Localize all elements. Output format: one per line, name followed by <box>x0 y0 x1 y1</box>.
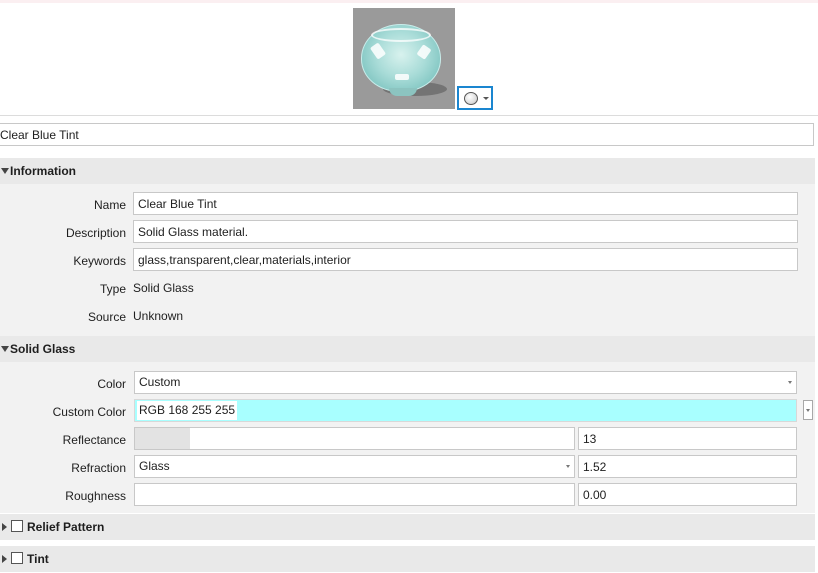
roughness-slider[interactable] <box>134 483 575 506</box>
color-dropdown[interactable]: Custom <box>134 371 797 394</box>
section-header-relief-pattern[interactable]: Relief Pattern <box>0 514 815 540</box>
sphere-icon <box>464 92 478 105</box>
custom-color-label: Custom Color <box>52 405 126 419</box>
relief-pattern-checkbox[interactable] <box>11 520 23 532</box>
preview-shape-dropdown-button[interactable] <box>457 86 493 110</box>
keywords-label: Keywords <box>73 254 126 268</box>
name-label: Name <box>93 198 126 212</box>
custom-color-swatch[interactable]: RGB 168 255 255 <box>134 399 797 422</box>
custom-color-value: RGB 168 255 255 <box>137 401 238 420</box>
chevron-down-icon <box>806 409 810 412</box>
section-title: Tint <box>27 552 49 566</box>
section-header-information[interactable]: Information <box>0 158 815 184</box>
window-top-edge <box>0 0 818 3</box>
refraction-label: Refraction <box>71 461 126 475</box>
collapse-triangle-icon <box>1 168 9 174</box>
reflectance-value-field[interactable] <box>578 427 797 450</box>
expand-triangle-icon <box>2 523 7 531</box>
section-title: Information <box>10 164 76 178</box>
section-title: Solid Glass <box>10 342 76 356</box>
material-preview-image <box>353 8 455 109</box>
color-dropdown-value: Custom <box>139 375 181 389</box>
section-title: Relief Pattern <box>27 520 105 534</box>
reflectance-slider[interactable] <box>134 427 575 450</box>
section-header-tint[interactable]: Tint <box>0 546 815 572</box>
tint-checkbox[interactable] <box>11 552 23 564</box>
material-name-input[interactable] <box>0 123 814 146</box>
section-body-information: Name Description Keywords Type Solid Gla… <box>0 184 815 336</box>
type-value: Solid Glass <box>133 281 194 295</box>
chevron-down-icon <box>788 381 792 384</box>
bowl-base <box>389 88 417 96</box>
chevron-down-icon <box>566 465 570 468</box>
keywords-field[interactable] <box>133 248 798 271</box>
refraction-dropdown-value: Glass <box>139 459 170 473</box>
name-field[interactable] <box>133 192 798 215</box>
chevron-down-icon <box>483 97 489 100</box>
refraction-dropdown[interactable]: Glass <box>134 455 575 478</box>
type-label: Type <box>99 282 126 296</box>
section-body-solid-glass: Color Custom Custom Color RGB 168 255 25… <box>0 362 815 513</box>
bowl-rim <box>371 28 431 42</box>
reflectance-label: Reflectance <box>62 433 126 447</box>
expand-triangle-icon <box>2 555 7 563</box>
custom-color-dropdown-button[interactable] <box>803 400 813 420</box>
divider <box>0 115 818 116</box>
refraction-value-field[interactable] <box>578 455 797 478</box>
description-label: Description <box>65 226 126 240</box>
roughness-label: Roughness <box>65 489 126 503</box>
collapse-triangle-icon <box>1 346 9 352</box>
color-label: Color <box>97 377 126 391</box>
section-header-solid-glass[interactable]: Solid Glass <box>0 336 815 362</box>
source-label: Source <box>87 310 126 324</box>
reflectance-slider-fill <box>135 428 190 449</box>
source-value: Unknown <box>133 309 184 323</box>
specular-highlight <box>395 74 409 80</box>
description-field[interactable] <box>133 220 798 243</box>
roughness-value-field[interactable] <box>578 483 797 506</box>
